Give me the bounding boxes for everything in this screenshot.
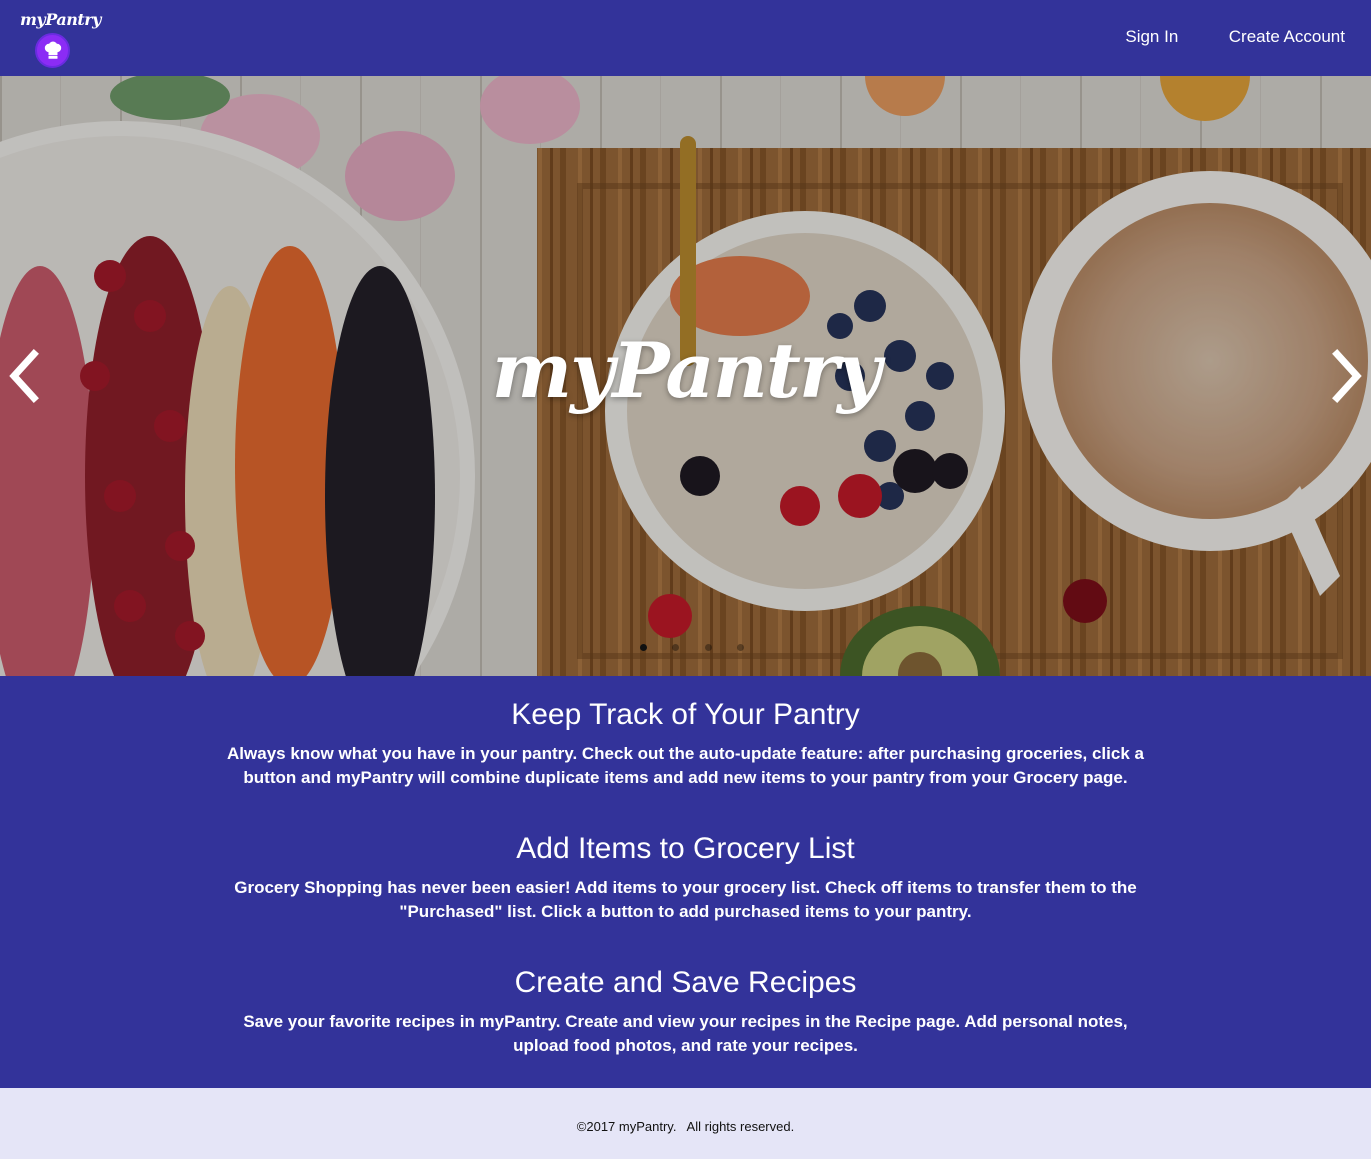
feature-title: Add Items to Grocery List [516,832,855,865]
create-account-link[interactable]: Create Account [1229,27,1345,47]
navbar: myPantry Sign In Create Account [0,0,1371,76]
sign-in-link[interactable]: Sign In [1125,27,1178,47]
feature-description: Grocery Shopping has never been easier! … [234,878,1137,921]
feature-grocery: Add Items to Grocery List Grocery Shoppi… [0,832,1371,924]
chef-hat-icon [44,41,62,59]
carousel-indicator-3[interactable] [704,644,712,651]
nav-links: Sign In Create Account [1079,27,1345,47]
feature-recipes: Create and Save Recipes Save your favori… [0,966,1371,1058]
brand-logo[interactable]: myPantry [20,8,101,70]
footer: ©2017 myPantry. All rights reserved. [0,1088,1371,1159]
feature-pantry: Keep Track of Your Pantry Always know wh… [0,698,1371,790]
carousel-indicator-4[interactable] [737,644,745,651]
chevron-left-icon [9,349,39,403]
chevron-right-icon [1332,349,1362,403]
brand-name: myPantry [20,10,101,29]
carousel-indicator-2[interactable] [672,644,680,651]
carousel-indicators [640,638,765,656]
copyright-text: ©2017 myPantry. All rights reserved. [576,1119,795,1134]
feature-title: Keep Track of Your Pantry [511,698,860,731]
hero-title: myPantry [491,326,882,415]
feature-description: Always know what you have in your pantry… [227,744,1144,787]
carousel-next-button[interactable] [1327,346,1367,406]
chef-hat-badge [35,33,70,68]
features-section: Keep Track of Your Pantry Always know wh… [0,676,1371,1088]
carousel-prev-button[interactable] [4,346,44,406]
feature-description: Save your favorite recipes in myPantry. … [243,1012,1128,1055]
hero-carousel: myPantry [0,76,1371,676]
feature-title: Create and Save Recipes [514,966,857,999]
carousel-indicator-1[interactable] [640,644,647,651]
